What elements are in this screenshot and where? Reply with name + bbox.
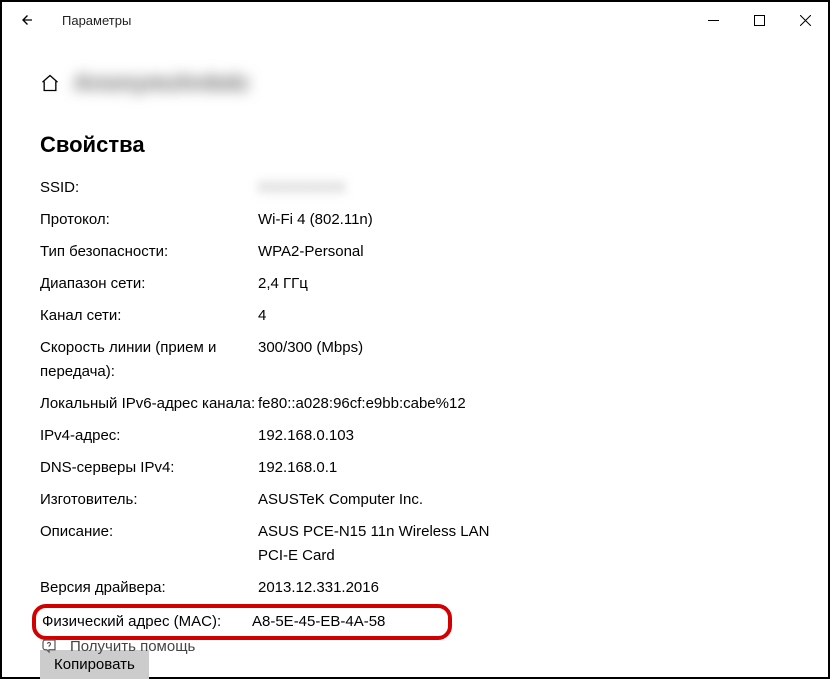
row-description: Описание: ASUS PCE-N15 11n Wireless LAN … <box>40 516 792 572</box>
label-description: Описание: <box>40 520 258 544</box>
value-ipv4: 192.168.0.103 <box>258 424 518 448</box>
titlebar-left: Параметры <box>12 6 131 34</box>
value-ssid: XXXXXXXX <box>258 176 518 200</box>
row-protocol: Протокол: Wi-Fi 4 (802.11n) <box>40 204 792 236</box>
mac-row-highlight: Физический адрес (MAC): A8-5E-45-EB-4A-5… <box>32 604 452 640</box>
label-driver-version: Версия драйвера: <box>40 576 258 600</box>
value-security: WPA2-Personal <box>258 240 518 264</box>
label-ipv4: IPv4-адрес: <box>40 424 258 448</box>
titlebar: Параметры <box>2 2 828 38</box>
row-manufacturer: Изготовитель: ASUSTeK Computer Inc. <box>40 484 792 516</box>
label-ssid: SSID: <box>40 176 258 200</box>
row-ipv4: IPv4-адрес: 192.168.0.103 <box>40 420 792 452</box>
row-driver-version: Версия драйвера: 2013.12.331.2016 <box>40 572 792 604</box>
breadcrumb: Anonymzhnbdz <box>40 70 792 100</box>
label-manufacturer: Изготовитель: <box>40 488 258 512</box>
app-title: Параметры <box>62 13 131 28</box>
home-icon[interactable] <box>40 73 60 98</box>
section-title: Свойства <box>40 132 792 158</box>
arrow-left-icon <box>17 11 35 29</box>
content-area: Anonymzhnbdz Свойства SSID: XXXXXXXX Про… <box>2 38 828 679</box>
settings-window: Параметры Anonymzhnbdz Свойства <box>0 0 830 679</box>
label-security: Тип безопасности: <box>40 240 258 264</box>
value-channel: 4 <box>258 304 518 328</box>
maximize-icon <box>754 15 765 26</box>
properties-table: SSID: XXXXXXXX Протокол: Wi-Fi 4 (802.11… <box>40 172 792 640</box>
row-channel: Канал сети: 4 <box>40 300 792 332</box>
help-icon <box>40 637 58 655</box>
row-link-speed: Скорость линии (прием и передача): 300/3… <box>40 332 792 388</box>
value-link-speed: 300/300 (Mbps) <box>258 336 518 360</box>
row-dns: DNS-серверы IPv4: 192.168.0.1 <box>40 452 792 484</box>
label-dns: DNS-серверы IPv4: <box>40 456 258 480</box>
row-mac: Физический адрес (MAC): A8-5E-45-EB-4A-5… <box>42 610 442 634</box>
close-button[interactable] <box>782 4 828 36</box>
label-band: Диапазон сети: <box>40 272 258 296</box>
value-description: ASUS PCE-N15 11n Wireless LAN PCI-E Card <box>258 520 518 568</box>
close-icon <box>800 15 811 26</box>
row-ssid: SSID: XXXXXXXX <box>40 172 792 204</box>
row-band: Диапазон сети: 2,4 ГГц <box>40 268 792 300</box>
window-controls <box>690 4 828 36</box>
label-protocol: Протокол: <box>40 208 258 232</box>
minimize-icon <box>708 15 719 26</box>
get-help-text: Получить помощь <box>70 638 195 655</box>
value-protocol: Wi-Fi 4 (802.11n) <box>258 208 518 232</box>
label-link-speed: Скорость линии (прием и передача): <box>40 336 258 384</box>
label-channel: Канал сети: <box>40 304 258 328</box>
value-driver-version: 2013.12.331.2016 <box>258 576 518 600</box>
value-band: 2,4 ГГц <box>258 272 518 296</box>
value-ipv6-local: fe80::a028:96cf:e9bb:cabe%12 <box>258 392 518 416</box>
label-mac: Физический адрес (MAC): <box>42 610 252 634</box>
value-manufacturer: ASUSTeK Computer Inc. <box>258 488 518 512</box>
label-ipv6-local: Локальный IPv6-адрес канала: <box>40 392 258 416</box>
maximize-button[interactable] <box>736 4 782 36</box>
value-dns: 192.168.0.1 <box>258 456 518 480</box>
network-name: Anonymzhnbdz <box>74 70 244 100</box>
row-ipv6-local: Локальный IPv6-адрес канала: fe80::a028:… <box>40 388 792 420</box>
row-security: Тип безопасности: WPA2-Personal <box>40 236 792 268</box>
back-button[interactable] <box>12 6 40 34</box>
minimize-button[interactable] <box>690 4 736 36</box>
value-mac: A8-5E-45-EB-4A-58 <box>252 610 442 634</box>
get-help-link[interactable]: Получить помощь <box>40 637 195 655</box>
